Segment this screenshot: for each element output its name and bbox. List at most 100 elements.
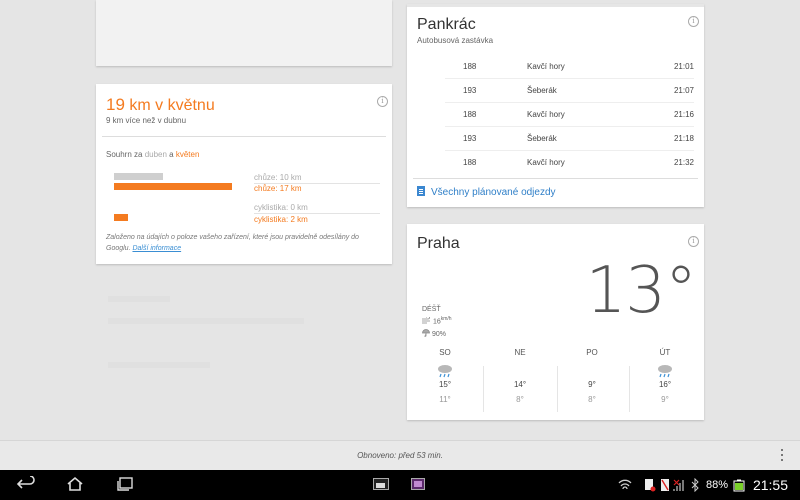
divider	[413, 178, 698, 179]
activity-summary-card[interactable]: i 19 km v květnu 9 km více než v dubnu S…	[96, 84, 392, 264]
refresh-status: Obnoveno: před 53 min.	[357, 451, 443, 460]
faded-text	[108, 296, 170, 302]
forecast-day-name: NE	[514, 348, 526, 357]
departure-destination: Kavčí hory	[527, 62, 565, 71]
bluetooth-icon	[691, 478, 699, 492]
departure-line: 193	[463, 134, 477, 143]
rain-icon	[658, 365, 672, 378]
departure-destination: Kavčí hory	[527, 110, 565, 119]
activity-title-rest: km v květnu	[124, 97, 215, 114]
document-icon	[417, 186, 425, 196]
walk-prev-bar	[114, 173, 163, 180]
departure-line: 188	[463, 62, 477, 71]
recent-apps-icon[interactable]	[116, 476, 134, 492]
forecast-day[interactable]: SO 15° 11°	[408, 348, 482, 404]
departure-row[interactable]: 193 Šeberák 21:07	[407, 78, 704, 102]
divider	[102, 136, 386, 137]
battery-icon	[733, 479, 745, 492]
wifi-icon	[618, 479, 632, 490]
forecast-day-name: SO	[439, 348, 451, 357]
forecast-day[interactable]: ÚT 16° 9°	[628, 348, 702, 404]
departure-line: 188	[463, 158, 477, 167]
walk-curr-bar	[114, 183, 232, 190]
wind-value: 16	[432, 318, 441, 326]
humidity: 90%	[422, 329, 446, 338]
wind-icon	[422, 315, 430, 324]
faded-text	[108, 318, 304, 324]
umbrella-icon	[422, 329, 430, 337]
transit-card[interactable]: i Pankrác Autobusová zastávka 188 Kavčí …	[407, 4, 704, 207]
departure-line: 193	[463, 86, 477, 95]
activity-footnote: Založeno na údajích o poloze vašeho zaří…	[106, 232, 382, 254]
battery-percent: 88%	[705, 479, 728, 491]
home-icon[interactable]	[66, 476, 84, 492]
wind-speed: 16km/h	[422, 315, 452, 326]
departure-row[interactable]: 188 Kavčí hory 21:01	[407, 54, 704, 78]
bike-curr-bar	[114, 214, 128, 221]
stop-type: Autobusová zastávka	[417, 36, 494, 45]
forecast-day-name: ÚT	[659, 348, 671, 357]
card-top-strip	[407, 4, 704, 7]
activity-title: 19 km v květnu	[106, 95, 215, 115]
departure-destination: Šeberák	[527, 134, 557, 143]
summary-month-curr: květen	[175, 150, 200, 159]
forecast-high: 14°	[513, 380, 527, 389]
bike-curr-label: cyklistika: 2 km	[254, 215, 308, 224]
previous-card	[96, 0, 392, 66]
departure-time: 21:07	[673, 86, 694, 95]
current-temperature: 13°	[585, 254, 697, 328]
signal-icon	[673, 479, 684, 491]
walk-curr-label: chůze: 17 km	[254, 184, 302, 193]
forecast-high: 9°	[588, 380, 596, 389]
departure-time: 21:32	[673, 158, 694, 167]
weather-condition: DÉŠŤ	[422, 306, 441, 313]
all-departures-label: Všechny plánované odjezdy	[431, 187, 556, 198]
system-bar: 88% 21:55	[0, 470, 800, 500]
departure-destination: Šeberák	[527, 86, 557, 95]
forecast-day[interactable]: NE 14° 8°	[483, 348, 557, 404]
departure-time: 21:16	[673, 110, 694, 119]
back-icon[interactable]	[16, 476, 36, 492]
activity-subtitle: 9 km více než v dubnu	[106, 116, 187, 125]
faded-text	[108, 362, 210, 368]
forecast-high: 15°	[438, 380, 452, 389]
weather-card[interactable]: i Praha 13° DÉŠŤ 16km/h 90% SO 15° 11° N…	[407, 224, 704, 420]
forecast-day-name: PO	[586, 348, 598, 357]
departure-destination: Kavčí hory	[527, 158, 565, 167]
forecast-low: 8°	[588, 395, 596, 404]
forecast-low: 11°	[439, 395, 451, 404]
overflow-menu-icon[interactable]	[781, 449, 784, 464]
info-icon[interactable]: i	[688, 236, 699, 247]
legend-separator	[254, 213, 380, 214]
activity-distance: 19	[106, 95, 125, 114]
summary-month-prev: duben	[144, 150, 167, 159]
forecast-low: 9°	[661, 395, 669, 404]
humidity-value: 90%	[431, 331, 446, 338]
stop-name: Pankrác	[417, 16, 476, 33]
refresh-bar[interactable]: Obnoveno: před 53 min.	[0, 440, 800, 471]
notification-icon	[645, 479, 656, 492]
no-weather-icon	[583, 364, 601, 378]
departure-line: 188	[463, 110, 477, 119]
summary-line: Souhrn za duben a květen	[106, 150, 199, 159]
forecast-day[interactable]: PO 9° 8°	[555, 348, 629, 404]
info-icon[interactable]: i	[377, 96, 388, 107]
departure-time: 21:01	[673, 62, 694, 71]
rain-icon	[438, 365, 452, 378]
more-info-link[interactable]: Další informace	[132, 245, 181, 252]
clock: 21:55	[752, 477, 788, 493]
no-weather-icon	[511, 364, 529, 378]
bike-prev-label: cyklistika: 0 km	[254, 203, 308, 212]
departure-row[interactable]: 188 Kavčí hory 21:16	[407, 102, 704, 126]
sim-icon	[661, 479, 669, 491]
summary-prefix: Souhrn za	[106, 150, 145, 159]
all-departures-link[interactable]: Všechny plánované odjezdy	[417, 186, 556, 198]
departure-row[interactable]: 188 Kavčí hory 21:32	[407, 150, 704, 174]
departure-time: 21:18	[673, 134, 694, 143]
forecast-high: 16°	[658, 380, 672, 389]
small-app-icon[interactable]	[411, 478, 425, 490]
departure-row[interactable]: 193 Šeberák 21:18	[407, 126, 704, 150]
info-icon[interactable]: i	[688, 16, 699, 27]
walk-prev-label: chůze: 10 km	[254, 173, 302, 182]
small-app-icon[interactable]	[373, 478, 389, 490]
